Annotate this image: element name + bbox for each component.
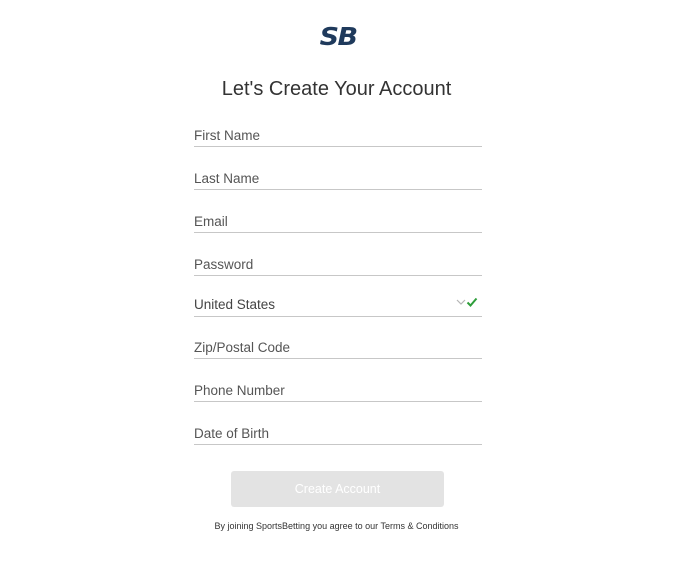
check-icon xyxy=(466,297,478,307)
logo-text: SB xyxy=(319,22,358,51)
terms-prefix: By joining SportsBetting you agree to ou… xyxy=(214,521,381,531)
chevron-down-icon xyxy=(456,299,466,305)
terms-notice: By joining SportsBetting you agree to ou… xyxy=(0,520,673,532)
last-name-field-wrapper xyxy=(194,167,482,190)
terms-link[interactable]: Terms & Conditions xyxy=(380,521,458,531)
dob-field-wrapper xyxy=(194,422,482,445)
country-select[interactable]: United States xyxy=(194,294,482,317)
brand-logo: SB xyxy=(317,24,359,50)
phone-input[interactable] xyxy=(194,379,482,401)
country-selected-value: United States xyxy=(194,297,276,312)
dob-input[interactable] xyxy=(194,422,482,444)
password-input[interactable] xyxy=(194,253,482,275)
first-name-field-wrapper xyxy=(194,124,482,147)
first-name-input[interactable] xyxy=(194,124,482,146)
last-name-input[interactable] xyxy=(194,167,482,189)
email-input[interactable] xyxy=(194,210,482,232)
zip-field-wrapper xyxy=(194,336,482,359)
zip-input[interactable] xyxy=(194,336,482,358)
create-account-button[interactable]: Create Account xyxy=(231,471,444,507)
email-field-wrapper xyxy=(194,210,482,233)
phone-field-wrapper xyxy=(194,379,482,402)
password-field-wrapper xyxy=(194,253,482,276)
page-title: Let's Create Your Account xyxy=(221,78,452,100)
